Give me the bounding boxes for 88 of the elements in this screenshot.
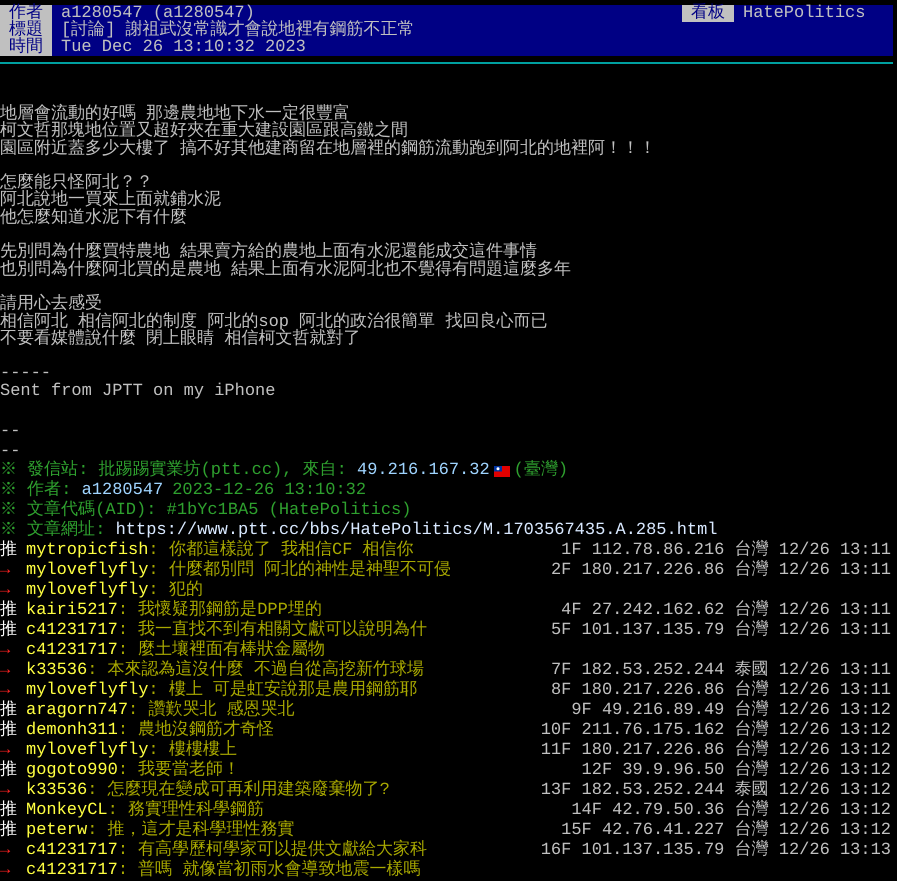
comment-tag: → xyxy=(0,581,20,602)
comment-text: : 什麼都別問 阿北的神性是神聖不可侵 xyxy=(148,561,452,580)
comment-meta: 4F 27.242.162.62 台灣 12/26 13:11 xyxy=(561,601,891,620)
comment-text: : 有高學歷柯學家可以提供文獻給大家科 xyxy=(118,841,428,860)
comment-meta: 16F 101.137.135.79 台灣 12/26 13:13 xyxy=(540,841,891,862)
signature-dashes: -- xyxy=(0,422,20,442)
info-text: 49.216.167.32 xyxy=(357,461,490,482)
comment-user: k33536 xyxy=(26,661,88,682)
body-line: 園區附近蓋多少大樓了 搞不好其他建商留在地層裡的鋼筋流動跑到阿北的地裡阿！！！ xyxy=(0,140,656,158)
comment-text: : 麼土壤裡面有棒狀金屬物 xyxy=(118,641,326,660)
body-line: Sent from JPTT on my iPhone xyxy=(0,382,276,400)
info-text: a1280547 xyxy=(82,481,164,500)
signature-dashes: -- xyxy=(0,442,20,462)
header-label: 時間 xyxy=(0,39,52,56)
comment-meta: 2F 180.217.226.86 台灣 12/26 13:11 xyxy=(550,561,891,582)
info-text: ※ 發信站: 批踢踢實業坊(ptt.cc), 來自: xyxy=(0,461,348,480)
comment-text: : 本來認為這沒什麼 不過自從高挖新竹球場 xyxy=(87,661,424,680)
comment-text: : 我要當老師！ xyxy=(118,761,240,780)
comment-meta: 10F 211.76.175.162 台灣 12/26 13:12 xyxy=(540,721,891,740)
body-line: ----- xyxy=(0,365,52,383)
comment-tag: → xyxy=(0,841,20,862)
comment-tag: 推 xyxy=(0,721,20,742)
info-text: ※ 文章網址: xyxy=(0,520,106,540)
comment-meta: 8F 180.217.226.86 台灣 12/26 13:11 xyxy=(550,681,891,700)
comment-tag: 推 xyxy=(0,801,20,822)
comment-meta: 13F 182.53.252.244 泰國 12/26 13:12 xyxy=(540,781,891,800)
comment-user: mytropicfish xyxy=(26,541,148,562)
comment-text: : 樓上 可是虹安說那是農用鋼筋耶 xyxy=(148,681,418,700)
comment-user: demonh311 xyxy=(26,721,118,742)
comment-tag: 推 xyxy=(0,621,20,642)
comment-text: : 樓樓樓上 xyxy=(148,741,237,760)
comment-tag: 推 xyxy=(0,821,20,842)
header-value: [討論] 謝祖武沒常識才會說地裡有鋼筋不正常 xyxy=(61,22,416,39)
comment-meta: 9F 49.216.89.49 台灣 12/26 13:12 xyxy=(571,701,891,720)
header-value: HatePolitics xyxy=(743,5,866,22)
comment-text: : 怎麼現在變成可再利用建築廢棄物了? xyxy=(87,781,390,800)
comment-user: c41231717 xyxy=(26,621,118,642)
comment-meta: 7F 182.53.252.244 泰國 12/26 13:11 xyxy=(550,661,891,680)
flag-icon xyxy=(494,466,510,477)
comment-meta: 14F 42.79.50.36 台灣 12/26 13:12 xyxy=(571,801,891,820)
comment-user: aragorn747 xyxy=(26,701,128,722)
comment-meta: 12F 39.9.96.50 台灣 12/26 13:12 xyxy=(582,761,891,780)
comment-text: : 我懷疑那鋼筋是DPP埋的 xyxy=(118,601,322,620)
comment-text: : 農地沒鋼筋才奇怪 xyxy=(118,721,274,740)
info-text: (臺灣) xyxy=(514,461,568,482)
body-line: 他怎麼知道水泥下有什麼 xyxy=(0,210,187,228)
comment-meta: 1F 112.78.86.216 台灣 12/26 13:11 xyxy=(561,541,891,560)
comment-tag: → xyxy=(0,781,20,802)
comment-text: : 你都這樣說了 我相信CF 相信你 xyxy=(148,541,414,560)
comment-user: c41231717 xyxy=(26,861,118,881)
comment-user: myloveflyfly xyxy=(26,581,148,600)
comment-tag: → xyxy=(0,561,20,582)
info-text: ※ 作者: xyxy=(0,481,72,500)
comment-text: : 推，這才是科學理性務實 xyxy=(87,821,295,840)
comment-meta: 5F 101.137.135.79 台灣 12/26 13:11 xyxy=(550,621,891,642)
comment-tag: → xyxy=(0,741,20,762)
comment-tag: 推 xyxy=(0,601,20,622)
comment-text: : 犯的 xyxy=(148,581,203,600)
comment-user: c41231717 xyxy=(26,841,118,862)
body-line: 也別問為什麼阿北買的是農地 結果上面有水泥阿北也不覺得有問題這麼多年 xyxy=(0,262,572,279)
header-label: 看板 xyxy=(682,5,734,22)
comment-text: : 讚歎哭北 感恩哭北 xyxy=(128,701,295,720)
comment-tag: → xyxy=(0,861,20,881)
comment-tag: → xyxy=(0,641,20,662)
body-line: 不要看媒體說什麼 閉上眼睛 相信柯文哲就對了 xyxy=(0,330,360,348)
comment-user: myloveflyfly xyxy=(26,561,148,582)
comment-text: : 普嗎 就像當初雨水會導致地震一樣嗎 xyxy=(118,861,420,881)
comment-tag: → xyxy=(0,661,20,682)
header-value: Tue Dec 26 13:10:32 2023 xyxy=(61,39,307,56)
comment-tag: 推 xyxy=(0,761,20,782)
comment-tag: → xyxy=(0,681,20,702)
info-text: 2023-12-26 13:10:32 xyxy=(172,481,366,501)
article-link[interactable]: https://www.ptt.cc/bbs/HatePolitics/M.1703567435.A.285.html xyxy=(116,520,718,540)
comment-meta: 11F 180.217.226.86 台灣 12/26 13:12 xyxy=(540,741,891,760)
comment-user: myloveflyfly xyxy=(26,681,148,702)
comment-tag: 推 xyxy=(0,541,20,562)
comment-user: peterw xyxy=(26,821,88,842)
comment-text: : 務實理性科學鋼筋 xyxy=(108,801,264,820)
comment-text: : 我一直找不到有相關文獻可以說明為什 xyxy=(118,621,428,640)
comment-user: kairi5217 xyxy=(26,601,118,622)
comment-tag: 推 xyxy=(0,701,20,722)
comment-user: k33536 xyxy=(26,781,88,802)
comment-user: c41231717 xyxy=(26,641,118,660)
comment-meta: 15F 42.76.41.227 台灣 12/26 13:12 xyxy=(561,821,891,840)
comment-user: gogoto990 xyxy=(26,761,118,780)
info-text: ※ 文章代碼(AID): #1bYc1BA5 (HatePolitics) xyxy=(0,500,412,520)
comment-user: myloveflyfly xyxy=(26,741,148,760)
comment-user: MonkeyCL xyxy=(26,801,108,820)
